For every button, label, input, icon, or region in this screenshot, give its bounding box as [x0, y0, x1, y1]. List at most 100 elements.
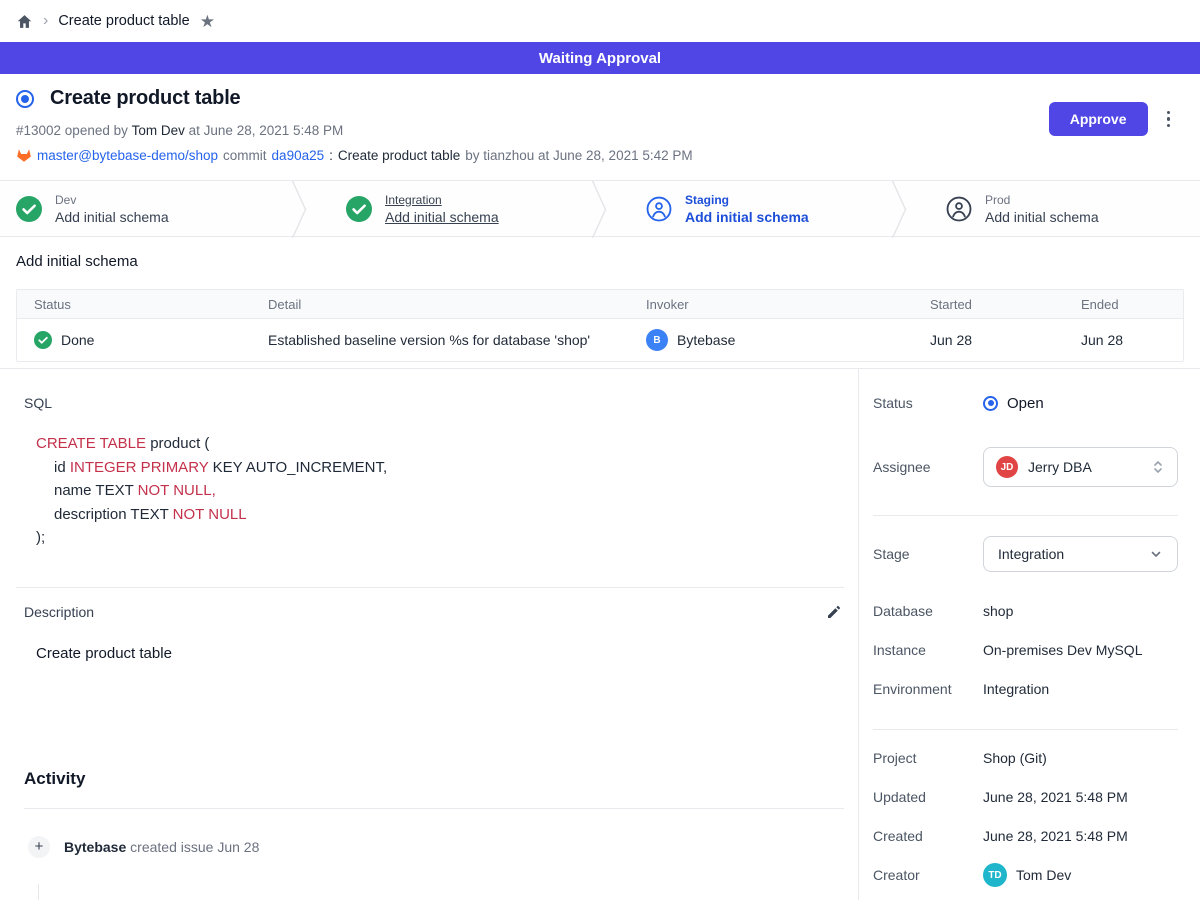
creator-label: Creator [873, 867, 983, 883]
issue-title: Create product table [50, 87, 240, 110]
gitlab-icon [16, 147, 32, 163]
task-ended: Jun 28 [1064, 332, 1183, 348]
chevron-down-icon [1149, 547, 1163, 561]
column-header: Ended [1064, 297, 1183, 312]
column-header: Status [17, 297, 251, 312]
edit-description-button[interactable] [824, 602, 844, 622]
stage-label: Stage [873, 546, 983, 562]
pencil-icon [826, 604, 842, 620]
stage-separator-icon [891, 181, 907, 238]
database-value: shop [983, 603, 1013, 619]
person-circle-icon [646, 196, 672, 222]
task-started: Jun 28 [913, 332, 1064, 348]
updown-chevron-icon [1151, 459, 1165, 475]
issue-meta: #13002 opened by Tom Dev at June 28, 202… [16, 123, 1176, 138]
activity-actor: Bytebase [64, 839, 126, 855]
column-header: Detail [251, 297, 629, 312]
project-label: Project [873, 750, 983, 766]
instance-value: On-premises Dev MySQL [983, 642, 1142, 658]
stage-env-label: Prod [985, 193, 1099, 207]
database-label: Database [873, 603, 983, 619]
updated-value: June 28, 2021 5:48 PM [983, 789, 1128, 805]
breadcrumb-title: Create product table [58, 13, 189, 29]
creator-value: Tom Dev [1016, 867, 1071, 883]
issue-detail-pane: SQL CREATE TABLE product ( id INTEGER PR… [0, 369, 858, 900]
stage-task-label: Add initial schema [55, 209, 169, 225]
stage-task-label: Add initial schema [985, 209, 1099, 225]
plus-icon: + [28, 836, 50, 858]
home-icon[interactable] [16, 13, 33, 30]
activity-timeline-connector [38, 884, 39, 900]
issue-open-icon [16, 90, 34, 108]
pipeline-stage-dev[interactable]: Dev Add initial schema [0, 181, 300, 236]
check-circle-icon [16, 196, 42, 222]
stage-separator-icon [591, 181, 607, 238]
description-content: Create product table [24, 645, 844, 662]
task-table: Status Detail Invoker Started Ended Done… [16, 289, 1184, 362]
activity-title: Activity [24, 769, 844, 789]
task-section: Add initial schema Status Detail Invoker… [0, 237, 1200, 362]
status-label: Status [873, 395, 983, 411]
approve-button[interactable]: Approve [1049, 102, 1148, 136]
divider [24, 808, 844, 809]
task-detail: Established baseline version %s for data… [251, 332, 629, 348]
task-status: Done [61, 332, 94, 348]
stage-env-label: Integration [385, 193, 499, 207]
creator-avatar: TD [983, 863, 1007, 887]
column-header: Invoker [629, 297, 913, 312]
more-actions-icon[interactable] [1161, 107, 1177, 132]
activity-action: created issue Jun 28 [130, 839, 259, 855]
pipeline-stage-staging[interactable]: Staging Add initial schema [600, 181, 900, 236]
check-circle-icon [34, 331, 52, 349]
stage-separator-icon [291, 181, 307, 238]
stage-task-label: Add initial schema [685, 209, 809, 225]
assignee-value: Jerry DBA [1028, 459, 1141, 475]
invoker-avatar: B [646, 329, 668, 351]
activity-item: + Bytebase created issue Jun 28 [24, 836, 844, 858]
task-invoker: Bytebase [677, 332, 735, 348]
updated-label: Updated [873, 789, 983, 805]
created-label: Created [873, 828, 983, 844]
commit-message: Create product table [338, 148, 460, 163]
status-value: Open [1007, 395, 1044, 412]
commit-line: master@bytebase-demo/shop commit da90a25… [16, 147, 1176, 163]
commit-hash-link[interactable]: da90a25 [272, 148, 325, 163]
status-open-icon [983, 396, 998, 411]
approval-banner-text: Waiting Approval [539, 50, 661, 67]
stage-select[interactable]: Integration [983, 536, 1178, 572]
assignee-avatar: JD [996, 456, 1018, 478]
chevron-right-icon: › [43, 13, 48, 29]
check-circle-icon [346, 196, 372, 222]
breadcrumb: › Create product table ★ [0, 0, 1200, 42]
environment-label: Environment [873, 681, 983, 697]
stage-env-label: Staging [685, 193, 809, 207]
assignee-label: Assignee [873, 459, 983, 475]
environment-value: Integration [983, 681, 1049, 697]
sql-code-block: CREATE TABLE product ( id INTEGER PRIMAR… [24, 432, 844, 550]
star-icon[interactable]: ★ [200, 13, 215, 30]
description-label: Description [24, 604, 94, 620]
pipeline-stage-prod[interactable]: Prod Add initial schema [900, 181, 1200, 236]
pipeline-stage-integration[interactable]: Integration Add initial schema [300, 181, 600, 236]
issue-author: Tom Dev [132, 123, 185, 138]
created-value: June 28, 2021 5:48 PM [983, 828, 1128, 844]
instance-label: Instance [873, 642, 983, 658]
person-circle-icon [946, 196, 972, 222]
issue-sidebar: Status Open Assignee JD Jerry DBA Stage … [858, 369, 1200, 900]
sql-label: SQL [24, 395, 844, 411]
divider [873, 515, 1178, 516]
stage-env-label: Dev [55, 193, 169, 207]
stage-value: Integration [998, 546, 1149, 562]
assignee-select[interactable]: JD Jerry DBA [983, 447, 1178, 487]
stage-task-label: Add initial schema [385, 209, 499, 225]
divider [873, 729, 1178, 730]
pipeline-bar: Dev Add initial schema Integration Add i… [0, 180, 1200, 237]
approval-banner: Waiting Approval [0, 42, 1200, 74]
column-header: Started [913, 297, 1064, 312]
divider [16, 587, 844, 588]
issue-header: Create product table #13002 opened by To… [0, 74, 1200, 180]
task-row[interactable]: Done Established baseline version %s for… [17, 319, 1183, 361]
branch-link[interactable]: master@bytebase-demo/shop [37, 148, 218, 163]
project-value: Shop (Git) [983, 750, 1047, 766]
task-table-header: Status Detail Invoker Started Ended [17, 290, 1183, 319]
